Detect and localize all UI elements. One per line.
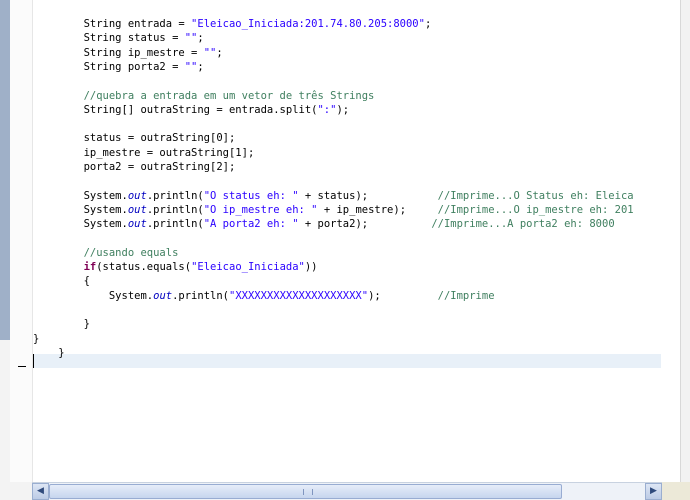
code-token: "XXXXXXXXXXXXXXXXXXXX" <box>229 289 369 302</box>
overview-ruler <box>680 0 690 482</box>
code-line: String porta2 = ""; <box>33 60 204 74</box>
code-line: } <box>33 346 65 360</box>
code-token: ip_mestre = outraString[1]; <box>83 146 255 159</box>
code-token: .println( <box>146 218 204 231</box>
code-token: //Imprime...O Status eh: Eleica <box>437 189 634 202</box>
code-line: String entrada = "Eleicao_Iniciada:201.7… <box>33 17 432 31</box>
code-line: { <box>33 274 90 288</box>
code-token: //Imprime...A porta2 eh: 8000 <box>431 218 615 231</box>
code-token: System. <box>83 218 128 231</box>
code-line: status = outraString[0]; <box>33 131 236 145</box>
code-token: "" <box>184 32 198 45</box>
code-token: String ip_mestre = <box>83 46 204 59</box>
code-token: ); <box>336 103 350 116</box>
code-line: //usando equals <box>33 246 179 260</box>
code-token: System. <box>108 289 154 302</box>
code-token: ); <box>368 289 438 302</box>
code-line: System.out.println("A porta2 eh: " + por… <box>33 217 615 231</box>
code-token: "Eleicao_Iniciada:201.74.80.205:8000" <box>191 18 425 30</box>
code-line: System.out.println("XXXXXXXXXXXXXXXXXXXX… <box>33 289 495 303</box>
code-token: out <box>127 218 147 231</box>
code-token: { <box>83 275 90 288</box>
grip-icon <box>302 489 313 495</box>
code-token: ; <box>197 32 204 45</box>
code-token: "" <box>203 46 217 59</box>
code-line: if(status.equals("Eleicao_Iniciada")) <box>33 260 318 274</box>
horizontal-scrollbar[interactable]: ◀ ▶ <box>32 482 662 500</box>
code-line: porta2 = outraString[2]; <box>33 160 236 174</box>
code-token: out <box>127 189 147 202</box>
code-token: )) <box>304 261 318 274</box>
code-token: "O status eh: " <box>203 189 299 202</box>
code-token: //quebra a entrada em um vetor de três S… <box>83 89 375 102</box>
code-token: porta2 = outraString[2]; <box>83 161 236 173</box>
code-editor[interactable]: String entrada = "Eleicao_Iniciada:201.7… <box>0 0 690 500</box>
code-line: } <box>33 332 39 346</box>
code-token: String porta2 = <box>83 60 185 73</box>
code-token: "Eleicao_Iniciada" <box>191 261 305 274</box>
code-token: ":" <box>317 103 337 116</box>
code-token: String[] outraString = entrada.split( <box>83 103 318 116</box>
code-token: out <box>127 203 147 216</box>
scrollbar-thumb[interactable] <box>49 484 562 499</box>
code-line: ip_mestre = outraString[1]; <box>33 146 255 160</box>
code-line: String status = ""; <box>33 31 204 45</box>
code-token: (status.equals( <box>96 261 192 274</box>
code-token: String entrada = <box>83 18 192 30</box>
code-token: "A porta2 eh: " <box>203 218 299 231</box>
code-token: + status); <box>298 189 438 202</box>
code-token: + ip_mestre); <box>317 203 438 216</box>
code-token: out <box>153 289 173 302</box>
code-token: ; <box>424 18 432 30</box>
code-line: System.out.println("O status eh: " + sta… <box>33 189 634 203</box>
code-token: //Imprime <box>437 289 495 302</box>
code-token: + porta2); <box>298 218 432 231</box>
code-line: } <box>33 317 90 331</box>
chevron-left-icon: ◀ <box>37 486 44 496</box>
line-number-gutter <box>10 0 33 482</box>
code-token: //usando equals <box>83 246 179 259</box>
code-token: } <box>58 346 65 359</box>
code-token: } <box>83 318 90 331</box>
chevron-right-icon: ▶ <box>650 486 657 496</box>
code-line: String[] outraString = entrada.split(":"… <box>33 103 350 117</box>
cursor-line-marker <box>18 366 26 367</box>
code-line: System.out.println("O ip_mestre eh: " + … <box>33 203 634 217</box>
code-token: String status = <box>83 32 185 45</box>
code-line: String ip_mestre = ""; <box>33 46 223 60</box>
scrollbar-corner <box>662 482 690 500</box>
code-token: status = outraString[0]; <box>83 132 236 145</box>
change-marker <box>0 0 10 340</box>
code-line: //quebra a entrada em um vetor de três S… <box>33 89 375 103</box>
code-token: System. <box>83 203 128 216</box>
text-caret <box>33 354 34 368</box>
scrollbar-left-spacer <box>0 482 32 500</box>
code-token: //Imprime...O ip_mestre eh: 201 <box>437 203 634 216</box>
code-token: if <box>83 261 97 274</box>
code-token: "" <box>184 60 198 73</box>
code-token: .println( <box>172 289 229 302</box>
code-token: .println( <box>146 203 204 216</box>
scroll-right-button[interactable]: ▶ <box>645 483 662 500</box>
scroll-left-button[interactable]: ◀ <box>32 483 49 500</box>
code-token: ; <box>216 46 223 59</box>
code-token: System. <box>83 189 128 202</box>
code-token: ; <box>197 60 204 73</box>
code-token: .println( <box>146 189 204 202</box>
code-token: "O ip_mestre eh: " <box>203 203 318 216</box>
annotation-ruler <box>0 0 10 482</box>
code-token: } <box>33 332 40 345</box>
code-text-area[interactable]: String entrada = "Eleicao_Iniciada:201.7… <box>33 0 661 482</box>
